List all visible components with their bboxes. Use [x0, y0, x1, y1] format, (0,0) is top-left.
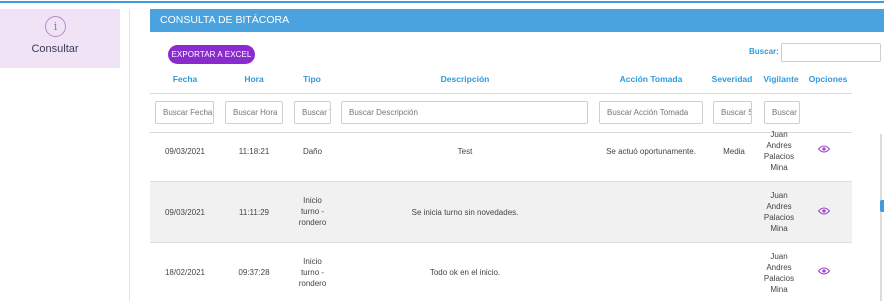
column-header-severidad[interactable]: Severidad [708, 74, 756, 84]
sidebar-divider [129, 9, 130, 301]
filter-tipo-input[interactable] [294, 101, 331, 124]
info-icon: i [45, 16, 66, 37]
vigilante-line: Mina [770, 224, 788, 233]
cell-vigilante: Juan Andres Palacios Mina [758, 190, 800, 234]
vigilante-line: Andres [766, 202, 792, 211]
column-header-vigilante[interactable]: Vigilante [760, 74, 802, 84]
cell-fecha: 09/03/2021 [164, 147, 206, 156]
cell-vigilante: Juan Andres Palacios Mina [758, 251, 800, 295]
filter-fecha-input[interactable] [155, 101, 214, 124]
table-row: 09/03/2021 11:18:21 Daño Test Se actuó o… [150, 130, 852, 181]
cell-tipo: Daño [302, 147, 323, 156]
tipo-line: rondero [298, 279, 327, 288]
filter-hora-input[interactable] [225, 101, 283, 124]
tipo-line: Inicio [303, 196, 322, 205]
column-header-accion-tomada[interactable]: Acción Tomada [597, 74, 705, 84]
cell-severidad: Media [723, 147, 745, 156]
eye-icon[interactable] [818, 267, 830, 275]
vigilante-line: Andres [766, 263, 792, 272]
vigilante-line: Palacios [763, 213, 795, 222]
cell-vigilante: Juan Andres Palacios Mina [758, 129, 800, 173]
export-excel-button[interactable]: EXPORTAR A EXCEL [168, 45, 255, 64]
cell-accion: Se actuó oportunamente. [606, 147, 696, 156]
table-row: 09/03/2021 11:11:29 Inicio turno - ronde… [150, 182, 852, 242]
cell-hora: 11:18:21 [238, 147, 270, 156]
cell-tipo: Inicio turno - rondero [294, 195, 331, 228]
vigilante-line: Juan [770, 130, 788, 139]
vigilante-line: Mina [770, 285, 788, 294]
tipo-line: Inicio [303, 257, 322, 266]
vigilante-line: Palacios [763, 152, 795, 161]
column-header-descripcion[interactable]: Descripción [340, 74, 590, 84]
scrollbar-track[interactable] [880, 134, 882, 301]
cell-descripcion: Todo ok en el inicio. [429, 268, 501, 277]
vigilante-line: Juan [770, 191, 788, 200]
column-header-hora[interactable]: Hora [225, 74, 283, 84]
filter-vigilante-input[interactable] [764, 101, 800, 124]
cell-fecha: 09/03/2021 [164, 208, 206, 217]
tipo-line: turno - [300, 268, 325, 277]
vigilante-line: Juan [770, 252, 788, 261]
filter-severidad-input[interactable] [713, 101, 752, 124]
search-input[interactable] [781, 43, 881, 62]
search-label: Buscar: [749, 47, 779, 56]
vigilante-line: Palacios [763, 274, 795, 283]
cell-descripcion: Se inicia turno sin novedades. [411, 208, 519, 217]
vigilante-line: Mina [770, 163, 788, 172]
top-accent-line [0, 1, 884, 3]
eye-icon[interactable] [818, 207, 830, 215]
eye-icon[interactable] [818, 145, 830, 153]
sidebar-item-consultar[interactable]: i Consultar [0, 9, 120, 68]
header-divider [150, 93, 852, 94]
tipo-line: rondero [298, 218, 327, 227]
cell-descripcion: Test [457, 147, 473, 156]
filter-accion-input[interactable] [599, 101, 703, 124]
column-header-fecha[interactable]: Fecha [158, 74, 212, 84]
tipo-line: turno - [300, 207, 325, 216]
cell-fecha: 18/02/2021 [164, 268, 206, 277]
cell-hora: 09:37:28 [238, 268, 270, 277]
sidebar-item-label: Consultar [31, 43, 79, 55]
column-header-tipo[interactable]: Tipo [290, 74, 334, 84]
column-header-opciones: Opciones [808, 74, 848, 84]
cell-tipo: Inicio turno - rondero [294, 256, 331, 289]
panel-title: CONSULTA DE BITÁCORA [150, 9, 884, 32]
cell-hora: 11:11:29 [239, 208, 269, 217]
scrollbar-thumb[interactable] [880, 200, 884, 212]
filter-descripcion-input[interactable] [341, 101, 588, 124]
vigilante-line: Andres [766, 141, 792, 150]
table-row: 18/02/2021 09:37:28 Inicio turno - ronde… [150, 243, 852, 301]
